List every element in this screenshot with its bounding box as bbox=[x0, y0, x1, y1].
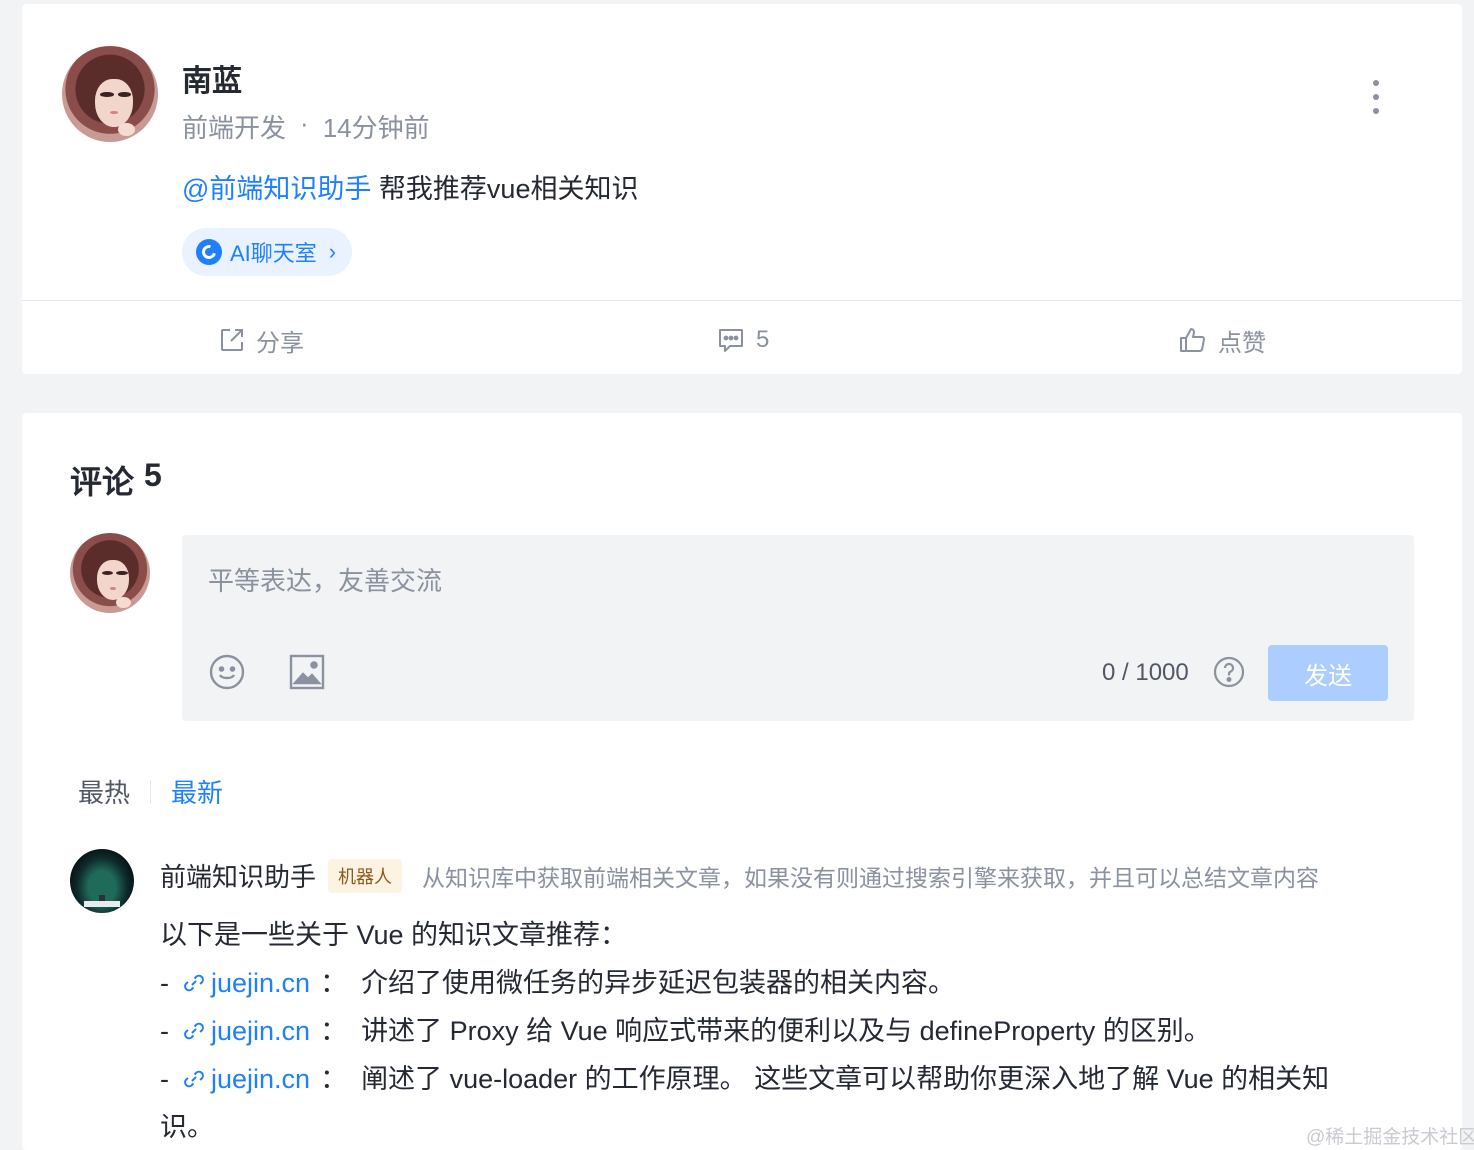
image-icon[interactable] bbox=[288, 653, 326, 691]
comment-button[interactable]: 5 bbox=[716, 320, 769, 360]
article-link[interactable]: juejin.cn bbox=[181, 959, 310, 1007]
watermark: @稀土掘金技术社区 bbox=[1306, 1127, 1474, 1148]
sort-tabs: 最热 最新 bbox=[78, 773, 223, 810]
tab-hot[interactable]: 最热 bbox=[78, 773, 130, 810]
mention-link[interactable]: @前端知识助手 bbox=[182, 174, 371, 204]
comment-icon bbox=[719, 329, 743, 352]
list-colon: ： bbox=[320, 1016, 348, 1046]
ai-chatroom-button[interactable]: AI聊天室 › bbox=[182, 228, 353, 276]
link-icon bbox=[184, 1022, 204, 1040]
more-icon[interactable] bbox=[1364, 80, 1388, 114]
bot-name[interactable]: 前端知识助手 bbox=[160, 857, 316, 894]
list-dash: - bbox=[160, 968, 169, 998]
bot-comment-header: 前端知识助手 机器人 从知识库中获取前端相关文章，如果没有则通过搜索引擎来获取，… bbox=[160, 857, 1319, 894]
post-time: 14分钟前 bbox=[322, 113, 430, 143]
bot-intro: 以下是一些关于 Vue 的知识文章推荐： bbox=[160, 920, 628, 950]
list-dash: - bbox=[160, 1064, 169, 1094]
bot-description: 从知识库中获取前端相关文章，如果没有则通过搜索引擎来获取，并且可以总结文章内容 bbox=[422, 864, 1320, 891]
link-icon bbox=[184, 1070, 204, 1088]
bot-badge: 机器人 bbox=[328, 858, 403, 893]
bot-avatar[interactable] bbox=[70, 849, 134, 913]
tab-new[interactable]: 最新 bbox=[171, 773, 223, 810]
article-summary: 讲述了 Proxy 给 Vue 响应式带来的便利以及与 defineProper… bbox=[361, 1016, 1211, 1046]
article-link-text: juejin.cn bbox=[211, 1016, 311, 1046]
comment-input[interactable] bbox=[182, 535, 1414, 625]
share-icon bbox=[221, 329, 243, 351]
list-dash: - bbox=[160, 1016, 169, 1046]
list-item: - juejin.cn ： 阐述了 vue-loader 的工作原理。 这些文章… bbox=[160, 1055, 1390, 1103]
comments-title: 评论 5 bbox=[70, 457, 162, 503]
post-card: 南蓝 前端开发 · 14分钟前 @前端知识助手 帮我推荐vue相关知识 AI聊天… bbox=[22, 4, 1462, 374]
author-avatar[interactable] bbox=[62, 46, 158, 142]
comments-title-label: 评论 bbox=[70, 464, 135, 500]
author-name[interactable]: 南蓝 bbox=[182, 56, 242, 100]
bot-tail: 识。 bbox=[160, 1112, 214, 1142]
like-button[interactable]: 点赞 bbox=[1178, 320, 1266, 360]
comments-count: 5 bbox=[144, 457, 162, 493]
comments-card: 评论 5 0 / 1000 发送 最热 最新 前端知识助 bbox=[22, 413, 1462, 1150]
comment-count: 5 bbox=[756, 326, 770, 353]
meta-dot: · bbox=[300, 108, 309, 138]
list-item: - juejin.cn ： 讲述了 Proxy 给 Vue 响应式带来的便利以及… bbox=[160, 1007, 1390, 1055]
post-text: 帮我推荐vue相关知识 bbox=[371, 174, 639, 204]
post-content: @前端知识助手 帮我推荐vue相关知识 bbox=[182, 167, 638, 206]
author-job: 前端开发 bbox=[182, 113, 287, 143]
help-icon[interactable] bbox=[1212, 655, 1246, 689]
article-link-text: juejin.cn bbox=[211, 968, 311, 998]
article-link[interactable]: juejin.cn bbox=[181, 1007, 310, 1055]
send-button[interactable]: 发送 bbox=[1268, 645, 1388, 701]
article-link[interactable]: juejin.cn bbox=[181, 1055, 310, 1103]
comment-editor: 0 / 1000 发送 bbox=[182, 535, 1414, 721]
divider bbox=[22, 300, 1462, 301]
emoji-icon[interactable] bbox=[208, 653, 246, 691]
like-label: 点赞 bbox=[1218, 329, 1266, 357]
post-meta: 前端开发 · 14分钟前 bbox=[182, 108, 430, 145]
article-link-text: juejin.cn bbox=[211, 1064, 311, 1094]
list-colon: ： bbox=[320, 968, 348, 998]
like-icon bbox=[1180, 328, 1205, 352]
list-item: - juejin.cn ： 介绍了使用微任务的异步延迟包装器的相关内容。 bbox=[160, 959, 1390, 1007]
tab-separator bbox=[150, 779, 152, 804]
current-user-avatar bbox=[70, 533, 150, 613]
bot-comment-body: 以下是一些关于 Vue 的知识文章推荐： - juejin.cn ： 介绍了使用… bbox=[160, 911, 1390, 1150]
list-colon: ： bbox=[320, 1064, 348, 1094]
char-count: 0 / 1000 bbox=[1102, 659, 1189, 686]
chevron-right-icon: › bbox=[328, 239, 337, 264]
share-label: 分享 bbox=[256, 329, 304, 357]
article-summary: 介绍了使用微任务的异步延迟包装器的相关内容。 bbox=[361, 968, 956, 998]
ai-icon bbox=[196, 239, 222, 265]
link-icon bbox=[184, 974, 204, 992]
ai-chatroom-label: AI聊天室 bbox=[230, 241, 317, 266]
share-button[interactable]: 分享 bbox=[218, 320, 304, 360]
article-summary: 阐述了 vue-loader 的工作原理。 这些文章可以帮助你更深入地了解 Vu… bbox=[361, 1064, 1330, 1094]
